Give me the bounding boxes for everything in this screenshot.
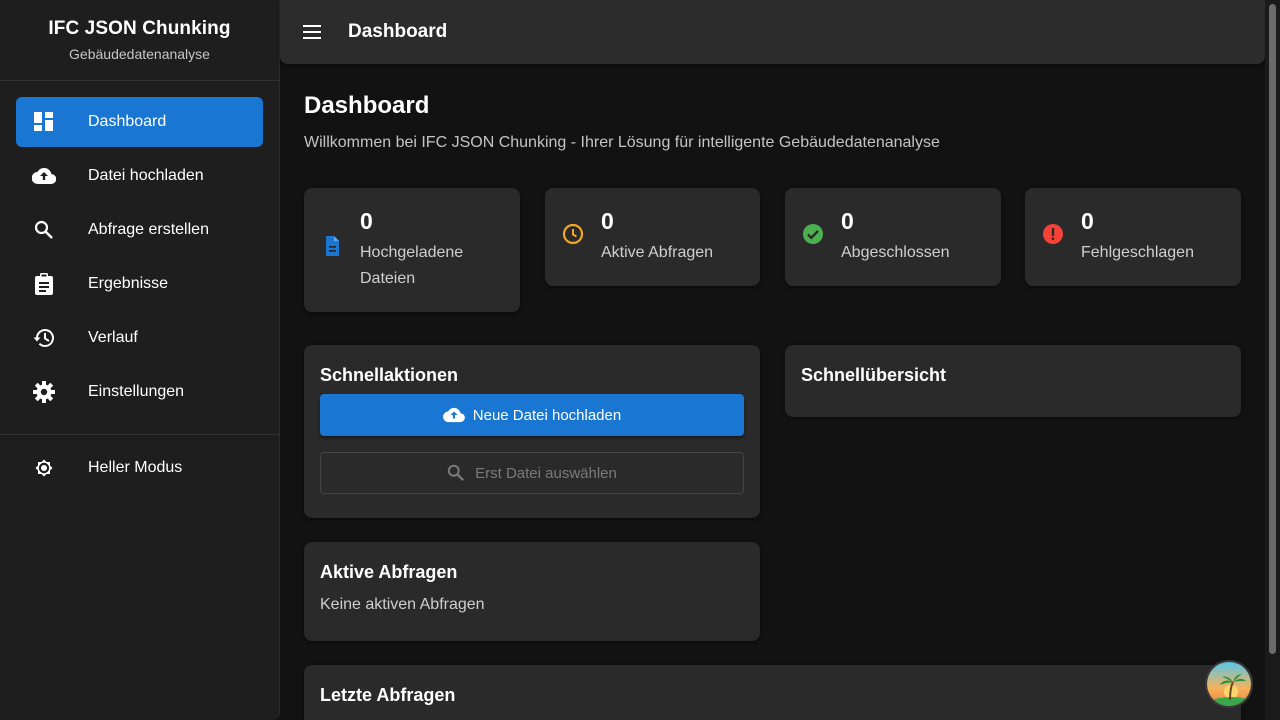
scrollbar-thumb[interactable] — [1269, 4, 1276, 654]
app-title: IFC JSON Chunking — [48, 18, 231, 39]
theme-toggle-label: Heller Modus — [88, 459, 183, 476]
page-subtitle: Willkommen bei IFC JSON Chunking - Ihrer… — [304, 134, 940, 151]
recent-queries-panel: Letzte Abfragen — [304, 665, 1241, 720]
create-query-button[interactable]: Erst Datei auswählen — [320, 452, 744, 494]
brightness-icon — [32, 456, 56, 480]
sidebar-divider — [0, 434, 279, 435]
topbar-title: Dashboard — [348, 21, 448, 42]
stat-value: 0 — [1081, 208, 1094, 234]
stat-label: Fehlgeschlagen — [1081, 244, 1194, 261]
sidebar-item-label: Dashboard — [88, 113, 167, 130]
check-circle-icon — [801, 222, 825, 246]
sidebar-item-upload[interactable]: Datei hochladen — [16, 151, 263, 201]
stat-label: Hochgeladene Dateien — [360, 244, 464, 287]
sidebar-item-label: Einstellungen — [88, 383, 185, 400]
sidebar: IFC JSON Chunking Gebäudedatenanalyse Da… — [0, 0, 280, 720]
search-icon — [32, 218, 56, 242]
stat-label: Abgeschlossen — [841, 244, 950, 261]
stat-value: 0 — [601, 208, 614, 234]
sidebar-item-label: Ergebnisse — [88, 275, 169, 292]
gear-icon — [32, 380, 56, 404]
sidebar-item-results[interactable]: Ergebnisse — [16, 259, 263, 309]
dashboard-icon — [32, 110, 56, 134]
menu-icon[interactable] — [300, 20, 324, 44]
page-title: Dashboard — [304, 92, 430, 119]
avatar[interactable] — [1205, 660, 1253, 708]
overview-panel: Schnellübersicht — [785, 345, 1241, 417]
sidebar-item-label: Abfrage erstellen — [88, 221, 209, 238]
theme-toggle[interactable]: Heller Modus — [16, 443, 263, 493]
stat-value: 0 — [841, 208, 854, 234]
cloud-upload-icon — [442, 404, 465, 426]
error-icon — [1041, 222, 1065, 246]
upload-file-button[interactable]: Neue Datei hochladen — [320, 394, 744, 436]
recent-queries-title: Letzte Abfragen — [320, 685, 456, 705]
file-icon — [320, 234, 344, 258]
stat-value: 0 — [360, 208, 373, 234]
sidebar-item-query[interactable]: Abfrage erstellen — [16, 205, 263, 255]
scrollbar[interactable] — [1265, 0, 1280, 720]
sidebar-nav: Dashboard Datei hochladen Abfrage erstel… — [0, 81, 279, 417]
sidebar-item-settings[interactable]: Einstellungen — [16, 367, 263, 417]
cloud-upload-icon — [32, 164, 56, 188]
sidebar-item-label: Verlauf — [88, 329, 138, 346]
create-query-label: Erst Datei auswählen — [475, 464, 617, 482]
stat-card-failed: 0 Fehlgeschlagen — [1025, 188, 1241, 286]
main-content: Dashboard Willkommen bei IFC JSON Chunki… — [304, 88, 1241, 152]
clipboard-icon — [32, 272, 56, 296]
sidebar-item-label: Datei hochladen — [88, 167, 204, 184]
app-subtitle: Gebäudedatenanalyse — [69, 46, 210, 62]
search-icon — [447, 463, 467, 483]
active-queries-title: Aktive Abfragen — [320, 562, 458, 582]
overview-title: Schnellübersicht — [801, 365, 947, 385]
brand: IFC JSON Chunking Gebäudedatenanalyse — [0, 0, 279, 81]
upload-file-label: Neue Datei hochladen — [472, 406, 622, 424]
sidebar-item-history[interactable]: Verlauf — [16, 313, 263, 363]
top-app-bar: Dashboard — [280, 0, 1265, 64]
stat-card-active: 0 Aktive Abfragen — [545, 188, 760, 286]
history-icon — [32, 326, 56, 350]
stat-card-completed: 0 Abgeschlossen — [785, 188, 1001, 286]
quick-actions-panel: Schnellaktionen Neue Datei hochladen Ers… — [304, 345, 760, 518]
stat-card-uploaded: 0 Hochgeladene Dateien — [304, 188, 520, 312]
active-queries-empty-text: Keine aktiven Abfragen — [320, 596, 485, 613]
sidebar-item-dashboard[interactable]: Dashboard — [16, 97, 263, 147]
stat-label: Aktive Abfragen — [601, 244, 714, 261]
clock-icon — [561, 222, 585, 246]
active-queries-panel: Aktive Abfragen Keine aktiven Abfragen — [304, 542, 760, 641]
quick-actions-title: Schnellaktionen — [320, 365, 459, 385]
palm-island-icon — [1207, 662, 1251, 706]
